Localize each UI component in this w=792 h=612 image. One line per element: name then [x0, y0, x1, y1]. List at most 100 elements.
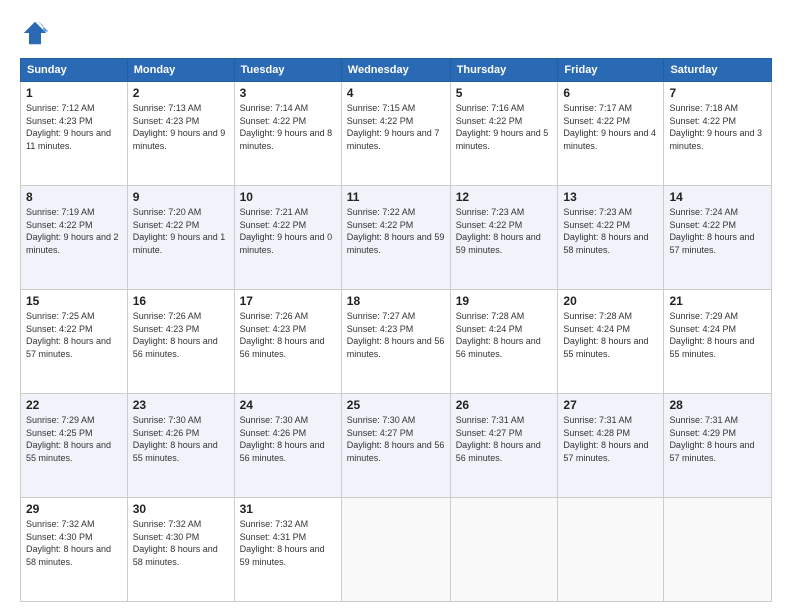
day-number: 9	[133, 190, 229, 204]
calendar-cell: 24 Sunrise: 7:30 AMSunset: 4:26 PMDaylig…	[234, 394, 341, 498]
logo-icon	[20, 18, 50, 48]
calendar-header-sunday: Sunday	[21, 59, 128, 82]
calendar-cell	[341, 498, 450, 602]
day-number: 29	[26, 502, 122, 516]
calendar-cell: 17 Sunrise: 7:26 AMSunset: 4:23 PMDaylig…	[234, 290, 341, 394]
day-number: 14	[669, 190, 766, 204]
calendar-header-friday: Friday	[558, 59, 664, 82]
day-number: 4	[347, 86, 445, 100]
day-number: 31	[240, 502, 336, 516]
day-number: 24	[240, 398, 336, 412]
day-info: Sunrise: 7:30 AMSunset: 4:27 PMDaylight:…	[347, 415, 445, 463]
calendar-cell	[664, 498, 772, 602]
day-number: 3	[240, 86, 336, 100]
day-number: 2	[133, 86, 229, 100]
day-info: Sunrise: 7:32 AMSunset: 4:30 PMDaylight:…	[26, 519, 111, 567]
calendar-cell: 30 Sunrise: 7:32 AMSunset: 4:30 PMDaylig…	[127, 498, 234, 602]
day-info: Sunrise: 7:31 AMSunset: 4:29 PMDaylight:…	[669, 415, 754, 463]
day-info: Sunrise: 7:20 AMSunset: 4:22 PMDaylight:…	[133, 207, 226, 255]
day-number: 6	[563, 86, 658, 100]
day-info: Sunrise: 7:26 AMSunset: 4:23 PMDaylight:…	[240, 311, 325, 359]
calendar-cell: 6 Sunrise: 7:17 AMSunset: 4:22 PMDayligh…	[558, 82, 664, 186]
day-info: Sunrise: 7:27 AMSunset: 4:23 PMDaylight:…	[347, 311, 445, 359]
day-info: Sunrise: 7:30 AMSunset: 4:26 PMDaylight:…	[133, 415, 218, 463]
calendar-cell: 7 Sunrise: 7:18 AMSunset: 4:22 PMDayligh…	[664, 82, 772, 186]
day-number: 23	[133, 398, 229, 412]
calendar-header-thursday: Thursday	[450, 59, 558, 82]
day-number: 8	[26, 190, 122, 204]
day-number: 16	[133, 294, 229, 308]
calendar-week-row: 22 Sunrise: 7:29 AMSunset: 4:25 PMDaylig…	[21, 394, 772, 498]
calendar-cell: 27 Sunrise: 7:31 AMSunset: 4:28 PMDaylig…	[558, 394, 664, 498]
page: SundayMondayTuesdayWednesdayThursdayFrid…	[0, 0, 792, 612]
day-number: 10	[240, 190, 336, 204]
calendar-cell: 10 Sunrise: 7:21 AMSunset: 4:22 PMDaylig…	[234, 186, 341, 290]
calendar-cell: 14 Sunrise: 7:24 AMSunset: 4:22 PMDaylig…	[664, 186, 772, 290]
calendar-week-row: 8 Sunrise: 7:19 AMSunset: 4:22 PMDayligh…	[21, 186, 772, 290]
day-info: Sunrise: 7:18 AMSunset: 4:22 PMDaylight:…	[669, 103, 762, 151]
day-info: Sunrise: 7:31 AMSunset: 4:27 PMDaylight:…	[456, 415, 541, 463]
day-info: Sunrise: 7:15 AMSunset: 4:22 PMDaylight:…	[347, 103, 440, 151]
day-number: 5	[456, 86, 553, 100]
calendar-header-monday: Monday	[127, 59, 234, 82]
day-number: 19	[456, 294, 553, 308]
day-number: 12	[456, 190, 553, 204]
day-info: Sunrise: 7:26 AMSunset: 4:23 PMDaylight:…	[133, 311, 218, 359]
day-info: Sunrise: 7:31 AMSunset: 4:28 PMDaylight:…	[563, 415, 648, 463]
day-info: Sunrise: 7:21 AMSunset: 4:22 PMDaylight:…	[240, 207, 333, 255]
calendar-header-tuesday: Tuesday	[234, 59, 341, 82]
calendar-cell: 13 Sunrise: 7:23 AMSunset: 4:22 PMDaylig…	[558, 186, 664, 290]
calendar-cell: 22 Sunrise: 7:29 AMSunset: 4:25 PMDaylig…	[21, 394, 128, 498]
day-info: Sunrise: 7:29 AMSunset: 4:24 PMDaylight:…	[669, 311, 754, 359]
calendar-cell: 25 Sunrise: 7:30 AMSunset: 4:27 PMDaylig…	[341, 394, 450, 498]
calendar-week-row: 29 Sunrise: 7:32 AMSunset: 4:30 PMDaylig…	[21, 498, 772, 602]
calendar-cell: 16 Sunrise: 7:26 AMSunset: 4:23 PMDaylig…	[127, 290, 234, 394]
day-number: 18	[347, 294, 445, 308]
day-number: 15	[26, 294, 122, 308]
calendar-cell	[558, 498, 664, 602]
calendar-cell: 29 Sunrise: 7:32 AMSunset: 4:30 PMDaylig…	[21, 498, 128, 602]
day-number: 27	[563, 398, 658, 412]
day-number: 25	[347, 398, 445, 412]
day-number: 26	[456, 398, 553, 412]
day-info: Sunrise: 7:23 AMSunset: 4:22 PMDaylight:…	[563, 207, 648, 255]
calendar-cell: 21 Sunrise: 7:29 AMSunset: 4:24 PMDaylig…	[664, 290, 772, 394]
calendar-cell: 19 Sunrise: 7:28 AMSunset: 4:24 PMDaylig…	[450, 290, 558, 394]
calendar-cell: 4 Sunrise: 7:15 AMSunset: 4:22 PMDayligh…	[341, 82, 450, 186]
calendar-header-saturday: Saturday	[664, 59, 772, 82]
calendar-cell: 11 Sunrise: 7:22 AMSunset: 4:22 PMDaylig…	[341, 186, 450, 290]
day-number: 7	[669, 86, 766, 100]
day-number: 1	[26, 86, 122, 100]
day-number: 22	[26, 398, 122, 412]
day-number: 30	[133, 502, 229, 516]
header	[20, 18, 772, 48]
calendar-header-wednesday: Wednesday	[341, 59, 450, 82]
day-info: Sunrise: 7:30 AMSunset: 4:26 PMDaylight:…	[240, 415, 325, 463]
day-number: 13	[563, 190, 658, 204]
calendar-week-row: 1 Sunrise: 7:12 AMSunset: 4:23 PMDayligh…	[21, 82, 772, 186]
day-info: Sunrise: 7:14 AMSunset: 4:22 PMDaylight:…	[240, 103, 333, 151]
calendar-cell	[450, 498, 558, 602]
day-info: Sunrise: 7:25 AMSunset: 4:22 PMDaylight:…	[26, 311, 111, 359]
day-info: Sunrise: 7:16 AMSunset: 4:22 PMDaylight:…	[456, 103, 549, 151]
day-info: Sunrise: 7:12 AMSunset: 4:23 PMDaylight:…	[26, 103, 111, 151]
day-info: Sunrise: 7:24 AMSunset: 4:22 PMDaylight:…	[669, 207, 754, 255]
day-info: Sunrise: 7:22 AMSunset: 4:22 PMDaylight:…	[347, 207, 445, 255]
calendar-cell: 15 Sunrise: 7:25 AMSunset: 4:22 PMDaylig…	[21, 290, 128, 394]
logo	[20, 18, 54, 48]
calendar-cell: 2 Sunrise: 7:13 AMSunset: 4:23 PMDayligh…	[127, 82, 234, 186]
calendar-cell: 1 Sunrise: 7:12 AMSunset: 4:23 PMDayligh…	[21, 82, 128, 186]
calendar-cell: 5 Sunrise: 7:16 AMSunset: 4:22 PMDayligh…	[450, 82, 558, 186]
calendar-cell: 20 Sunrise: 7:28 AMSunset: 4:24 PMDaylig…	[558, 290, 664, 394]
day-info: Sunrise: 7:29 AMSunset: 4:25 PMDaylight:…	[26, 415, 111, 463]
calendar-cell: 31 Sunrise: 7:32 AMSunset: 4:31 PMDaylig…	[234, 498, 341, 602]
day-info: Sunrise: 7:28 AMSunset: 4:24 PMDaylight:…	[456, 311, 541, 359]
day-number: 28	[669, 398, 766, 412]
calendar-cell: 8 Sunrise: 7:19 AMSunset: 4:22 PMDayligh…	[21, 186, 128, 290]
calendar-cell: 12 Sunrise: 7:23 AMSunset: 4:22 PMDaylig…	[450, 186, 558, 290]
calendar-cell: 26 Sunrise: 7:31 AMSunset: 4:27 PMDaylig…	[450, 394, 558, 498]
day-info: Sunrise: 7:19 AMSunset: 4:22 PMDaylight:…	[26, 207, 119, 255]
day-number: 17	[240, 294, 336, 308]
day-number: 21	[669, 294, 766, 308]
calendar-cell: 23 Sunrise: 7:30 AMSunset: 4:26 PMDaylig…	[127, 394, 234, 498]
